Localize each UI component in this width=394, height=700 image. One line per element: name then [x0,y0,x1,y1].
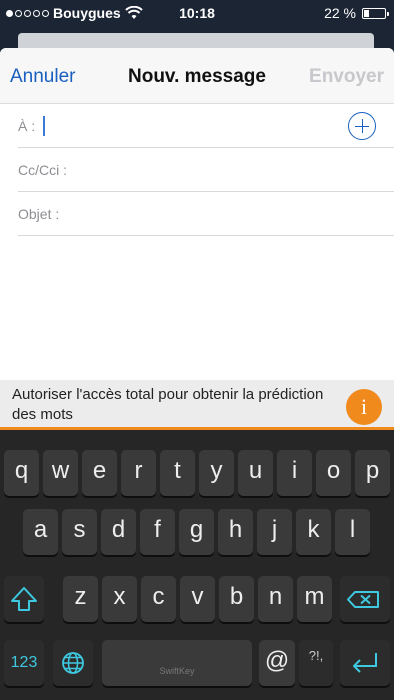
backspace-key[interactable] [340,576,390,622]
at-key[interactable]: @ [259,640,295,686]
battery-level [364,9,369,17]
shift-icon [11,587,37,611]
status-right: 22 % [324,5,389,21]
full-access-banner[interactable]: Autoriser l'accès total pour obtenir la … [0,380,394,430]
add-contact-icon[interactable] [348,112,376,140]
return-key[interactable] [340,640,390,686]
key-f[interactable]: f [140,509,175,555]
key-q[interactable]: q [4,450,39,496]
key-i[interactable]: i [277,450,312,496]
key-h[interactable]: h [218,509,253,555]
space-bar[interactable]: SwiftKey [102,640,252,686]
subject-label: Objet : [18,206,60,222]
status-bar: Bouygues 10:18 22 % [0,0,394,28]
key-s[interactable]: s [62,509,97,555]
key-m[interactable]: m [297,576,332,622]
key-v[interactable]: v [180,576,215,622]
symbols-key[interactable]: ?!, [299,640,333,686]
text-cursor [43,116,45,136]
key-l[interactable]: l [335,509,370,555]
numbers-key[interactable]: 123 [4,640,44,686]
to-field[interactable]: À : [18,104,394,148]
cc-label: Cc/Cci : [18,162,67,178]
key-u[interactable]: u [238,450,273,496]
key-o[interactable]: o [316,450,351,496]
key-j[interactable]: j [257,509,292,555]
key-a[interactable]: a [23,509,58,555]
key-d[interactable]: d [101,509,136,555]
key-b[interactable]: b [219,576,254,622]
swiftkey-logo: SwiftKey [159,666,195,676]
message-body[interactable] [0,238,394,380]
to-label: À : [18,118,36,134]
nav-bar: Annuler Nouv. message Envoyer [0,48,394,104]
shift-key[interactable] [4,576,44,622]
key-z[interactable]: z [63,576,98,622]
key-n[interactable]: n [258,576,293,622]
keyboard: qwertyuiop asdfghjkl zxcvbnm 123 SwiftKe… [0,430,394,700]
cc-field[interactable]: Cc/Cci : [18,148,394,192]
globe-icon [62,652,84,674]
key-y[interactable]: y [199,450,234,496]
key-k[interactable]: k [296,509,331,555]
globe-key[interactable] [53,640,93,686]
subject-field[interactable]: Objet : [18,192,394,236]
battery-icon [362,7,389,19]
compose-sheet: Annuler Nouv. message Envoyer À : Cc/Cci… [0,48,394,380]
battery-percent: 22 % [324,5,356,21]
info-button[interactable]: i [346,389,382,425]
key-r[interactable]: r [121,450,156,496]
key-w[interactable]: w [43,450,78,496]
key-t[interactable]: t [160,450,195,496]
backspace-icon [347,591,379,608]
send-button[interactable]: Envoyer [309,66,384,88]
return-icon [353,653,377,673]
key-p[interactable]: p [355,450,390,496]
key-x[interactable]: x [102,576,137,622]
key-e[interactable]: e [82,450,117,496]
key-c[interactable]: c [141,576,176,622]
key-g[interactable]: g [179,509,214,555]
banner-text: Autoriser l'accès total pour obtenir la … [12,386,324,423]
